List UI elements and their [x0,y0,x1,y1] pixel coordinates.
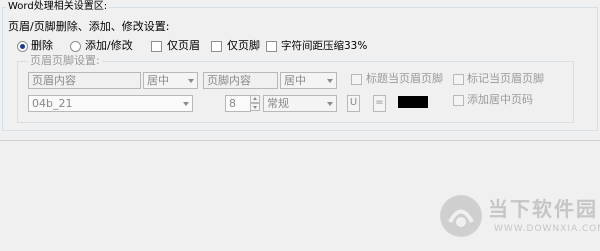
footer-only-label[interactable]: 仅页脚 [227,39,260,53]
font-color-swatch[interactable] [398,96,428,108]
watermark-url: WWW.DOWNXIA.COM [494,224,600,234]
footer-align-value: 居中 [284,74,306,87]
footer-align-select[interactable]: 居中 [280,72,337,89]
add-modify-radio[interactable] [70,41,81,52]
font-size-input[interactable]: 8 [225,95,251,112]
title-as-header-label[interactable]: 标题当页眉页脚 [366,72,443,86]
footer-only-checkbox[interactable] [211,41,222,52]
title-as-header-checkbox[interactable] [351,74,362,85]
delete-radio-label[interactable]: 删除 [31,39,53,53]
header-footer-section-title: 页眉/页脚删除、添加、修改设置: [8,20,170,33]
compress-spacing-label[interactable]: 字符间距压缩33% [281,39,367,53]
compress-spacing-checkbox[interactable] [266,41,277,52]
font-size-up-icon[interactable] [250,95,260,103]
add-modify-radio-label[interactable]: 添加/修改 [85,39,133,53]
footer-content-input[interactable]: 页脚内容 [203,72,278,89]
header-footer-settings-title: 页眉页脚设置: [28,54,102,67]
header-only-label[interactable]: 仅页眉 [167,39,200,53]
watermark-brand: 当下软件园 [488,197,598,221]
header-content-input[interactable]: 页眉内容 [28,72,141,89]
delete-radio[interactable] [17,41,28,52]
word-settings-title: Word处理相关设置区: [6,1,110,13]
font-name-value: 04b_21 [32,97,73,110]
underline-button[interactable]: U [347,95,360,112]
watermark-logo-icon [440,195,482,237]
equals-button[interactable]: = [373,95,386,112]
chevron-down-icon [188,79,194,83]
header-align-value: 居中 [147,74,169,87]
add-page-number-checkbox[interactable] [453,95,464,106]
font-name-select[interactable]: 04b_21 [28,95,193,112]
font-style-select[interactable]: 常规 [263,95,337,112]
header-only-checkbox[interactable] [151,41,162,52]
chevron-down-icon [327,102,333,106]
header-footer-settings-group [17,61,574,123]
panel-divider [0,140,600,141]
mark-as-header-label[interactable]: 标记当页眉页脚 [467,72,544,86]
add-page-number-label[interactable]: 添加居中页码 [467,93,533,107]
font-style-value: 常规 [267,97,289,110]
watermark: 当下软件园 WWW.DOWNXIA.COM [440,193,600,241]
mark-as-header-checkbox[interactable] [453,74,464,85]
font-size-down-icon[interactable] [250,103,260,111]
header-align-select[interactable]: 居中 [143,72,198,89]
chevron-down-icon [183,102,189,106]
chevron-down-icon [327,79,333,83]
